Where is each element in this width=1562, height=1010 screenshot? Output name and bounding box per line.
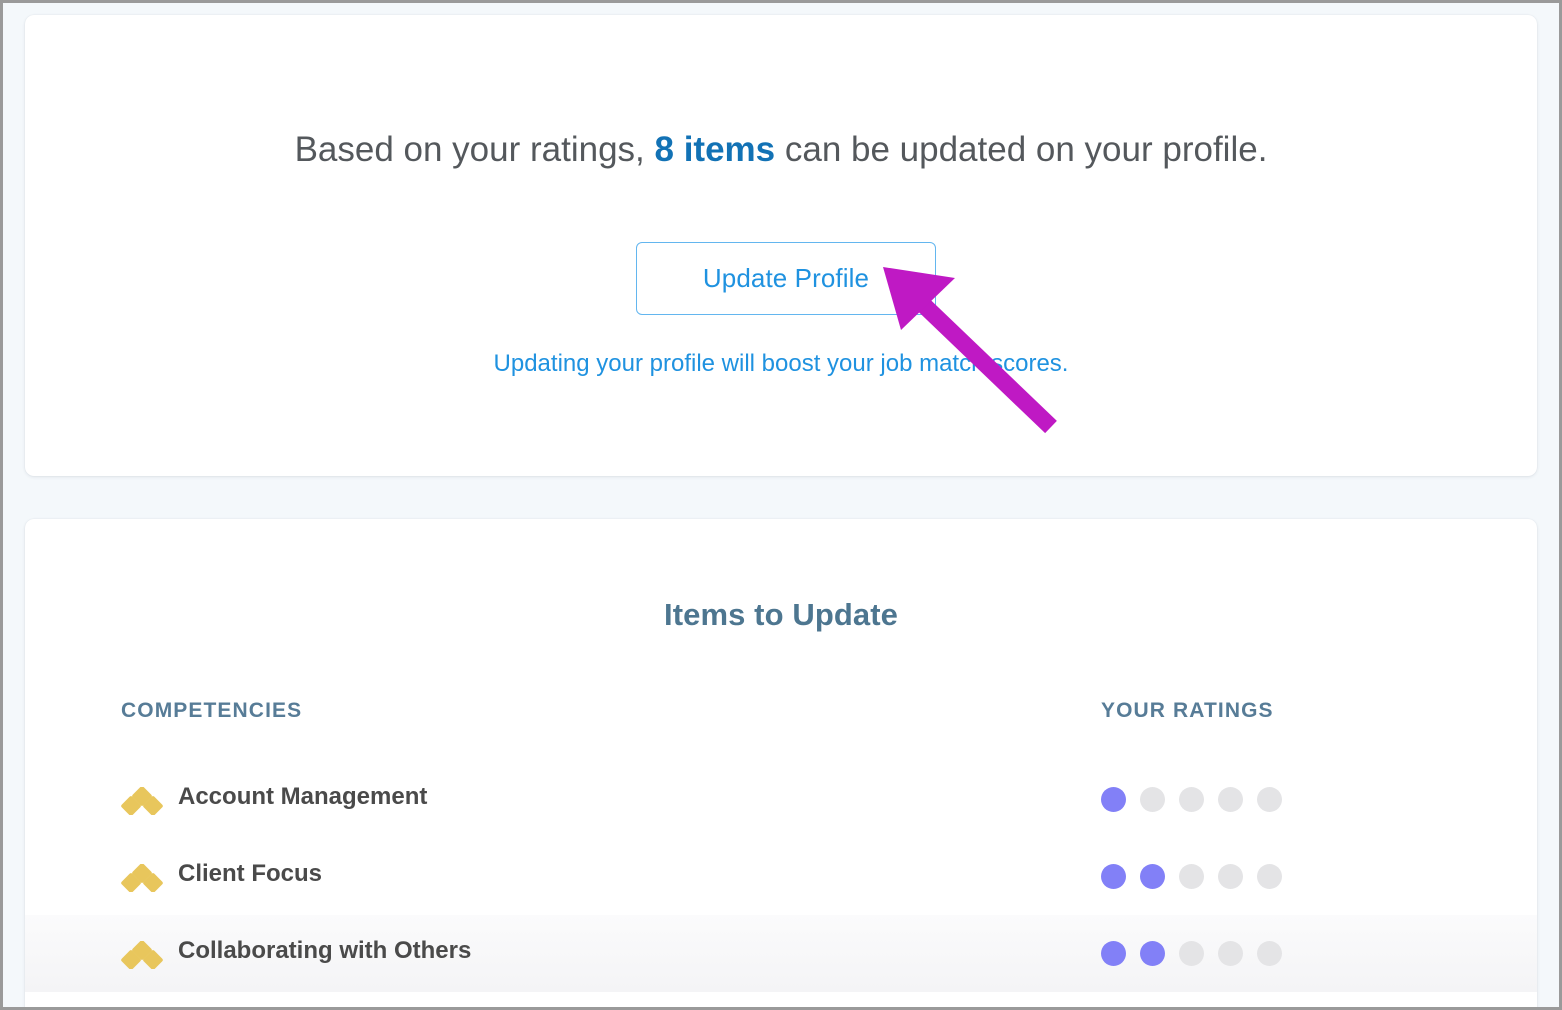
rating-dot-filled[interactable] — [1101, 787, 1126, 812]
items-to-update-title: Items to Update — [663, 597, 899, 632]
promo-headline-suffix: can be updated on your profile. — [775, 130, 1268, 169]
promo-headline-prefix: Based on your ratings, — [294, 130, 655, 169]
rating-dot-empty[interactable] — [1179, 787, 1204, 812]
diamonds-icon — [121, 940, 163, 970]
page-scroll-area[interactable]: Based on your ratings, 8 items can be up… — [3, 3, 1559, 1007]
rating-dot-empty[interactable] — [1140, 787, 1165, 812]
diamonds-icon — [121, 863, 163, 893]
promo-item-count: 8 items — [654, 130, 776, 169]
promo-subtext: Updating your profile will boost your jo… — [493, 350, 1069, 377]
table-row[interactable]: Account Management — [25, 761, 1537, 838]
competencies-table: COMPETENCIES YOUR RATINGS Account Manage… — [25, 699, 1537, 992]
rating-dots[interactable] — [1101, 787, 1282, 812]
rating-dot-empty[interactable] — [1218, 941, 1243, 966]
competency-name: Collaborating with Others — [178, 937, 472, 964]
column-header-competencies: COMPETENCIES — [121, 699, 303, 722]
items-to-update-card: Items to Update COMPETENCIES YOUR RATING… — [25, 519, 1537, 1007]
rating-dot-empty[interactable] — [1257, 864, 1282, 889]
promo-headline: Based on your ratings, 8 items can be up… — [25, 128, 1537, 172]
rating-dot-filled[interactable] — [1140, 941, 1165, 966]
rating-dots[interactable] — [1101, 864, 1282, 889]
profile-update-promo-card: Based on your ratings, 8 items can be up… — [25, 15, 1537, 476]
update-profile-button[interactable]: Update Profile — [636, 242, 936, 315]
competency-name: Account Management — [178, 783, 428, 810]
table-body: Account Management Client Focus Collaborat… — [25, 761, 1537, 992]
rating-dot-filled[interactable] — [1140, 864, 1165, 889]
table-header-row: COMPETENCIES YOUR RATINGS — [25, 699, 1537, 761]
rating-dot-empty[interactable] — [1218, 787, 1243, 812]
rating-dot-filled[interactable] — [1101, 864, 1126, 889]
rating-dot-empty[interactable] — [1179, 941, 1204, 966]
rating-dot-empty[interactable] — [1257, 787, 1282, 812]
screenshot-frame: Based on your ratings, 8 items can be up… — [0, 0, 1562, 1010]
rating-dots[interactable] — [1101, 941, 1282, 966]
diamonds-icon — [121, 786, 163, 816]
table-row[interactable]: Collaborating with Others — [25, 915, 1537, 992]
rating-dot-empty[interactable] — [1218, 864, 1243, 889]
rating-dot-empty[interactable] — [1257, 941, 1282, 966]
table-row[interactable]: Client Focus — [25, 838, 1537, 915]
rating-dot-filled[interactable] — [1101, 941, 1126, 966]
rating-dot-empty[interactable] — [1179, 864, 1204, 889]
column-header-your-ratings: YOUR RATINGS — [1101, 699, 1274, 722]
competency-name: Client Focus — [178, 860, 323, 887]
